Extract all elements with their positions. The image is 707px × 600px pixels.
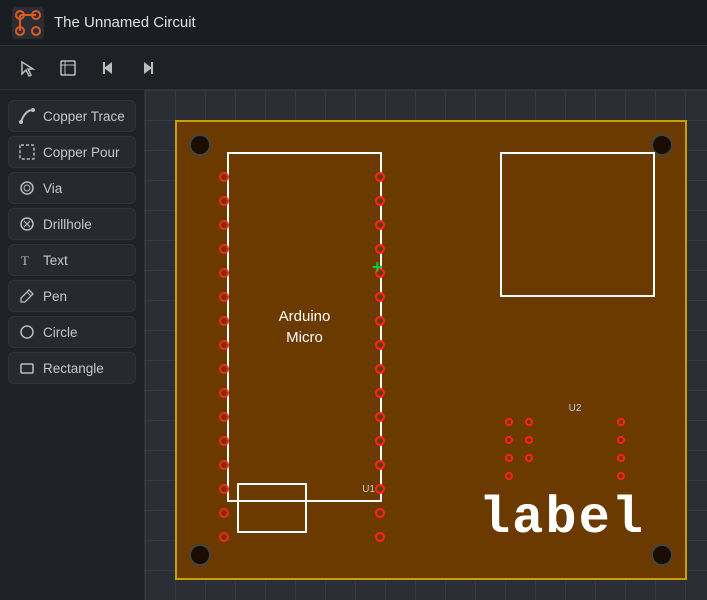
frame-tool-button[interactable] bbox=[52, 52, 84, 84]
arduino-subname: Micro bbox=[279, 327, 331, 348]
canvas-area[interactable]: + Arduino Micro U1 bbox=[145, 90, 707, 600]
copper-trace-icon bbox=[19, 108, 35, 124]
app-title: The Unnamed Circuit bbox=[54, 14, 196, 31]
pad bbox=[375, 244, 385, 254]
via-label: Via bbox=[43, 181, 62, 196]
u1-ref-label: U1 bbox=[362, 484, 375, 495]
pad bbox=[525, 436, 533, 444]
app-logo bbox=[12, 7, 44, 39]
drillhole-icon bbox=[19, 216, 35, 232]
text-label: Text bbox=[43, 253, 68, 268]
pad-row-right bbox=[375, 172, 385, 542]
main-area: Copper Trace Copper Pour Via Drillhole bbox=[0, 90, 707, 600]
pad bbox=[219, 508, 229, 518]
pad bbox=[525, 418, 533, 426]
toolbar bbox=[0, 46, 707, 90]
pad bbox=[219, 364, 229, 374]
sidebar-item-circle[interactable]: Circle bbox=[8, 316, 136, 348]
step-forward-button[interactable] bbox=[132, 52, 164, 84]
u2-pad-row-2 bbox=[525, 418, 533, 462]
circle-icon bbox=[19, 324, 35, 340]
sidebar-item-copper-pour[interactable]: Copper Pour bbox=[8, 136, 136, 168]
pad bbox=[375, 220, 385, 230]
pad bbox=[219, 244, 229, 254]
u2-pad-row-left bbox=[505, 418, 513, 480]
sidebar-item-copper-trace[interactable]: Copper Trace bbox=[8, 100, 136, 132]
rectangle-label: Rectangle bbox=[43, 361, 104, 376]
mounting-hole-bl bbox=[189, 544, 211, 566]
pad bbox=[219, 460, 229, 470]
sidebar-item-rectangle[interactable]: Rectangle bbox=[8, 352, 136, 384]
sidebar-item-text[interactable]: T Text bbox=[8, 244, 136, 276]
text-icon: T bbox=[19, 252, 35, 268]
pad bbox=[505, 436, 513, 444]
pad bbox=[525, 454, 533, 462]
u2-ref-label: U2 bbox=[569, 403, 582, 414]
pad bbox=[219, 484, 229, 494]
pad bbox=[219, 196, 229, 206]
pad bbox=[219, 412, 229, 422]
rectangle-icon bbox=[19, 360, 35, 376]
component-box-top-right bbox=[500, 152, 655, 297]
circle-label: Circle bbox=[43, 325, 78, 340]
sidebar: Copper Trace Copper Pour Via Drillhole bbox=[0, 90, 145, 600]
u2-pad-row-3 bbox=[617, 418, 625, 480]
sidebar-item-drillhole[interactable]: Drillhole bbox=[8, 208, 136, 240]
step-back-button[interactable] bbox=[92, 52, 124, 84]
pad bbox=[617, 472, 625, 480]
title-bar: The Unnamed Circuit bbox=[0, 0, 707, 46]
pad bbox=[375, 340, 385, 350]
pad bbox=[375, 484, 385, 494]
pad bbox=[617, 454, 625, 462]
pad bbox=[375, 508, 385, 518]
pen-label: Pen bbox=[43, 289, 67, 304]
copper-pour-icon bbox=[19, 144, 35, 160]
copper-trace-label: Copper Trace bbox=[43, 109, 125, 124]
pad bbox=[375, 388, 385, 398]
svg-text:T: T bbox=[21, 253, 29, 268]
copper-pour-label: Copper Pour bbox=[43, 145, 120, 160]
u2-component: U2 bbox=[495, 398, 655, 498]
pen-icon bbox=[19, 288, 35, 304]
pad bbox=[375, 460, 385, 470]
pad bbox=[219, 268, 229, 278]
board-label-text: label bbox=[479, 489, 645, 548]
pad bbox=[375, 436, 385, 446]
pad bbox=[375, 196, 385, 206]
pad bbox=[219, 436, 229, 446]
pad bbox=[375, 316, 385, 326]
sidebar-item-pen[interactable]: Pen bbox=[8, 280, 136, 312]
pad bbox=[617, 418, 625, 426]
pad bbox=[219, 292, 229, 302]
pad bbox=[219, 340, 229, 350]
arduino-label: Arduino Micro bbox=[279, 306, 331, 348]
pad bbox=[219, 172, 229, 182]
pad bbox=[219, 532, 229, 542]
pad bbox=[505, 454, 513, 462]
pad bbox=[219, 388, 229, 398]
pad-row-left bbox=[219, 172, 229, 542]
mounting-hole-br bbox=[651, 544, 673, 566]
drillhole-label: Drillhole bbox=[43, 217, 92, 232]
via-icon bbox=[19, 180, 35, 196]
pad bbox=[219, 220, 229, 230]
pad bbox=[375, 364, 385, 374]
pad bbox=[219, 316, 229, 326]
pad bbox=[375, 292, 385, 302]
sidebar-item-via[interactable]: Via bbox=[8, 172, 136, 204]
pad bbox=[375, 172, 385, 182]
mounting-hole-tl bbox=[189, 134, 211, 156]
pad bbox=[505, 472, 513, 480]
select-tool-button[interactable] bbox=[12, 52, 44, 84]
pad bbox=[375, 532, 385, 542]
pad bbox=[505, 418, 513, 426]
cursor-indicator: + bbox=[372, 257, 383, 278]
component-box-bottom-left bbox=[237, 483, 307, 533]
pcb-board: + Arduino Micro U1 bbox=[175, 120, 687, 580]
pad bbox=[375, 412, 385, 422]
arduino-name: Arduino bbox=[279, 306, 331, 327]
arduino-micro-component: Arduino Micro U1 bbox=[227, 152, 382, 502]
pad bbox=[617, 436, 625, 444]
